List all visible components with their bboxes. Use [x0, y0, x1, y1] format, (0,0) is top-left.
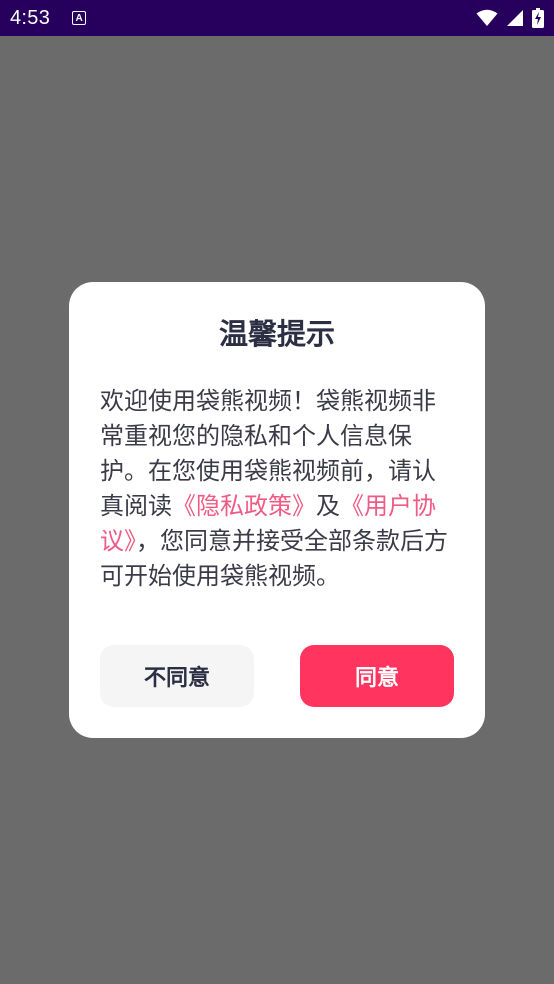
- dialog-body: 欢迎使用袋熊视频！袋熊视频非常重视您的隐私和个人信息保护。在您使用袋熊视频前，请…: [100, 384, 454, 594]
- body-text-outro: ，您同意并接受全部条款后方可开始使用袋熊视频。: [100, 527, 448, 590]
- dialog-buttons: 不同意 同意: [100, 645, 454, 707]
- signal-icon: [507, 10, 523, 26]
- privacy-dialog: 温馨提示 欢迎使用袋熊视频！袋熊视频非常重视您的隐私和个人信息保护。在您使用袋熊…: [69, 282, 485, 738]
- status-icons: [476, 8, 544, 28]
- disagree-button[interactable]: 不同意: [100, 645, 254, 707]
- privacy-policy-link[interactable]: 《隐私政策》: [172, 492, 316, 520]
- status-time: 4:53: [10, 6, 51, 29]
- status-bar: 4:53 A: [0, 0, 554, 36]
- notification-a-icon: A: [72, 11, 87, 25]
- dialog-title: 温馨提示: [218, 317, 335, 351]
- battery-charging-icon: [532, 8, 544, 28]
- wifi-icon: [476, 9, 498, 26]
- agree-button[interactable]: 同意: [300, 645, 454, 707]
- body-text-and: 及: [316, 492, 340, 520]
